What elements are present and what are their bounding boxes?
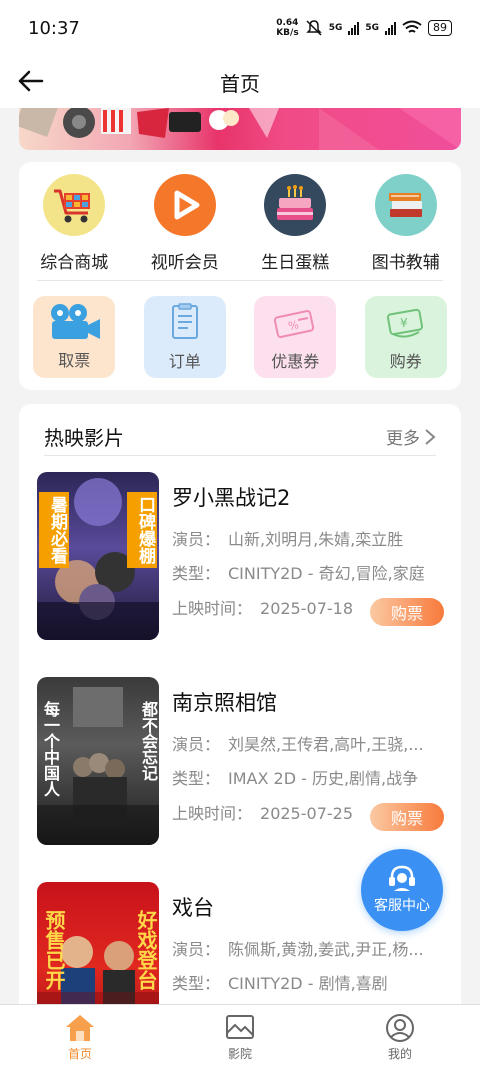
tile-label: 购券 — [389, 352, 422, 371]
movie-title: 罗小黑战记2 — [172, 486, 291, 510]
tile-buy-voucher[interactable]: ¥ 购券 — [364, 296, 447, 378]
nav-bar: 首页 — [0, 56, 480, 108]
home-icon — [66, 1015, 94, 1041]
tab-label: 首页 — [67, 1047, 92, 1061]
status-time: 10:37 — [28, 17, 80, 39]
category-label: 生日蛋糕 — [261, 253, 330, 273]
play-icon — [153, 174, 216, 236]
category-mall[interactable]: 综合商城 — [24, 174, 124, 273]
tile-coupons[interactable]: % 优惠券 — [254, 296, 337, 378]
cake-icon — [264, 174, 327, 236]
section-title: 热映影片 — [44, 426, 124, 450]
chevron-right-icon — [425, 428, 436, 445]
tab-profile[interactable]: 我的 — [340, 1005, 460, 1066]
movie-poster[interactable]: 每一个中国人 都不会忘记 — [37, 677, 159, 845]
category-card: 综合商城 视听会员 生日蛋糕 图书教辅 取票 订单 % 优惠券 ¥ 购券 — [19, 162, 461, 390]
movie-actors: 演员： 陈佩斯,黄渤,姜武,尹正,杨... — [172, 940, 424, 959]
poster-tag-left: 暑期必看 — [39, 492, 69, 568]
status-bar: 10:37 0.64 KB/s 5G 5G 89 — [0, 0, 480, 56]
tab-label: 影院 — [227, 1047, 252, 1061]
signal-label-2: 5G — [365, 23, 379, 33]
movie-genre: 类型： IMAX 2D - 历史,剧情,战争 — [172, 769, 419, 788]
movie-poster[interactable]: 预售已开 好戏登台 — [37, 882, 159, 1024]
banner-art — [19, 108, 461, 150]
movie-actors: 演员： 山新,刘明月,朱婧,栾立胜 — [172, 530, 404, 549]
coupon-icon: % — [274, 310, 315, 338]
category-label: 综合商城 — [40, 253, 109, 273]
category-books[interactable]: 图书教辅 — [356, 174, 456, 273]
movie-release: 上映时间： 2025-07-25 — [172, 804, 353, 823]
tab-cinema[interactable]: 影院 — [180, 1005, 300, 1066]
status-icons: 0.64 KB/s 5G 5G 89 — [276, 18, 452, 38]
bottom-tab-bar: 首页 影院 我的 — [0, 1004, 480, 1066]
category-row: 综合商城 视听会员 生日蛋糕 图书教辅 — [19, 174, 461, 273]
promo-banner[interactable] — [19, 108, 461, 150]
tab-home[interactable]: 首页 — [20, 1005, 140, 1066]
tile-label: 取票 — [58, 351, 91, 370]
net-speed: 0.64 KB/s — [276, 18, 299, 38]
tab-label: 我的 — [387, 1047, 412, 1061]
poster-tag-left: 预售已开 — [42, 910, 66, 990]
page-title: 首页 — [220, 71, 260, 96]
tile-label: 优惠券 — [271, 352, 320, 371]
movie-genre: 类型： CINITY2D - 剧情,喜剧 — [172, 974, 388, 993]
movie-poster[interactable]: 暑期必看 口碑爆棚 — [37, 472, 159, 640]
movie-item[interactable]: 每一个中国人 都不会忘记 南京照相馆 演员： 刘昊然,王传君,高叶,王骁,... … — [37, 677, 457, 845]
poster-tag-right: 好戏登台 — [134, 910, 158, 990]
category-label: 视听会员 — [150, 253, 219, 273]
mute-icon — [305, 20, 322, 36]
card-divider — [37, 280, 443, 281]
tile-label: 订单 — [168, 352, 201, 371]
section-header: 热映影片 更多 — [44, 418, 436, 456]
battery-icon: 89 — [428, 20, 452, 36]
movie-title: 戏台 — [172, 896, 214, 920]
user-icon — [386, 1014, 414, 1042]
tile-row: 取票 订单 % 优惠券 ¥ 购券 — [19, 296, 461, 378]
buy-ticket-button[interactable]: 购票 — [370, 598, 444, 626]
customer-service-button[interactable]: 客服中心 — [361, 849, 443, 931]
voucher-icon: ¥ — [386, 308, 423, 338]
more-link[interactable]: 更多 — [386, 424, 436, 449]
document-icon — [171, 303, 198, 339]
back-arrow-icon[interactable] — [16, 66, 46, 96]
headset-icon — [389, 865, 415, 891]
signal-icon-2 — [385, 21, 396, 35]
poster-tag-right: 都不会忘记 — [139, 701, 158, 781]
buy-ticket-button[interactable]: 购票 — [370, 803, 444, 831]
movie-item[interactable]: 暑期必看 口碑爆棚 罗小黑战记2 演员： 山新,刘明月,朱婧,栾立胜 类型： CIN… — [37, 472, 457, 640]
movie-release: 上映时间： 2025-07-18 — [172, 599, 353, 618]
category-cake[interactable]: 生日蛋糕 — [245, 174, 345, 273]
signal-label-1: 5G — [328, 23, 343, 33]
category-label: 图书教辅 — [371, 253, 440, 273]
movie-title: 南京照相馆 — [172, 691, 277, 715]
poster-tag-left: 每一个中国人 — [41, 701, 60, 797]
books-icon — [374, 174, 437, 236]
movie-genre: 类型： CINITY2D - 奇幻,冒险,家庭 — [172, 564, 425, 583]
wifi-icon — [402, 20, 422, 33]
category-video[interactable]: 视听会员 — [135, 174, 235, 273]
movie-actors: 演员： 刘昊然,王传君,高叶,王骁,... — [172, 735, 424, 754]
camera-icon — [51, 304, 101, 339]
svg-text:¥: ¥ — [400, 316, 408, 330]
poster-tag-right: 口碑爆棚 — [127, 492, 157, 568]
svg-text:%: % — [287, 318, 300, 333]
cart-icon — [43, 174, 106, 236]
tile-pickup-ticket[interactable]: 取票 — [33, 296, 116, 378]
tile-orders[interactable]: 订单 — [143, 296, 226, 378]
now-showing-card: 热映影片 更多 暑期必看 口碑爆棚 罗小黑战记2 演员： 山新,刘明月,朱婧,栾立… — [19, 404, 461, 1024]
image-icon — [226, 1015, 254, 1039]
customer-service-label: 客服中心 — [374, 898, 430, 914]
signal-icon — [348, 21, 360, 35]
